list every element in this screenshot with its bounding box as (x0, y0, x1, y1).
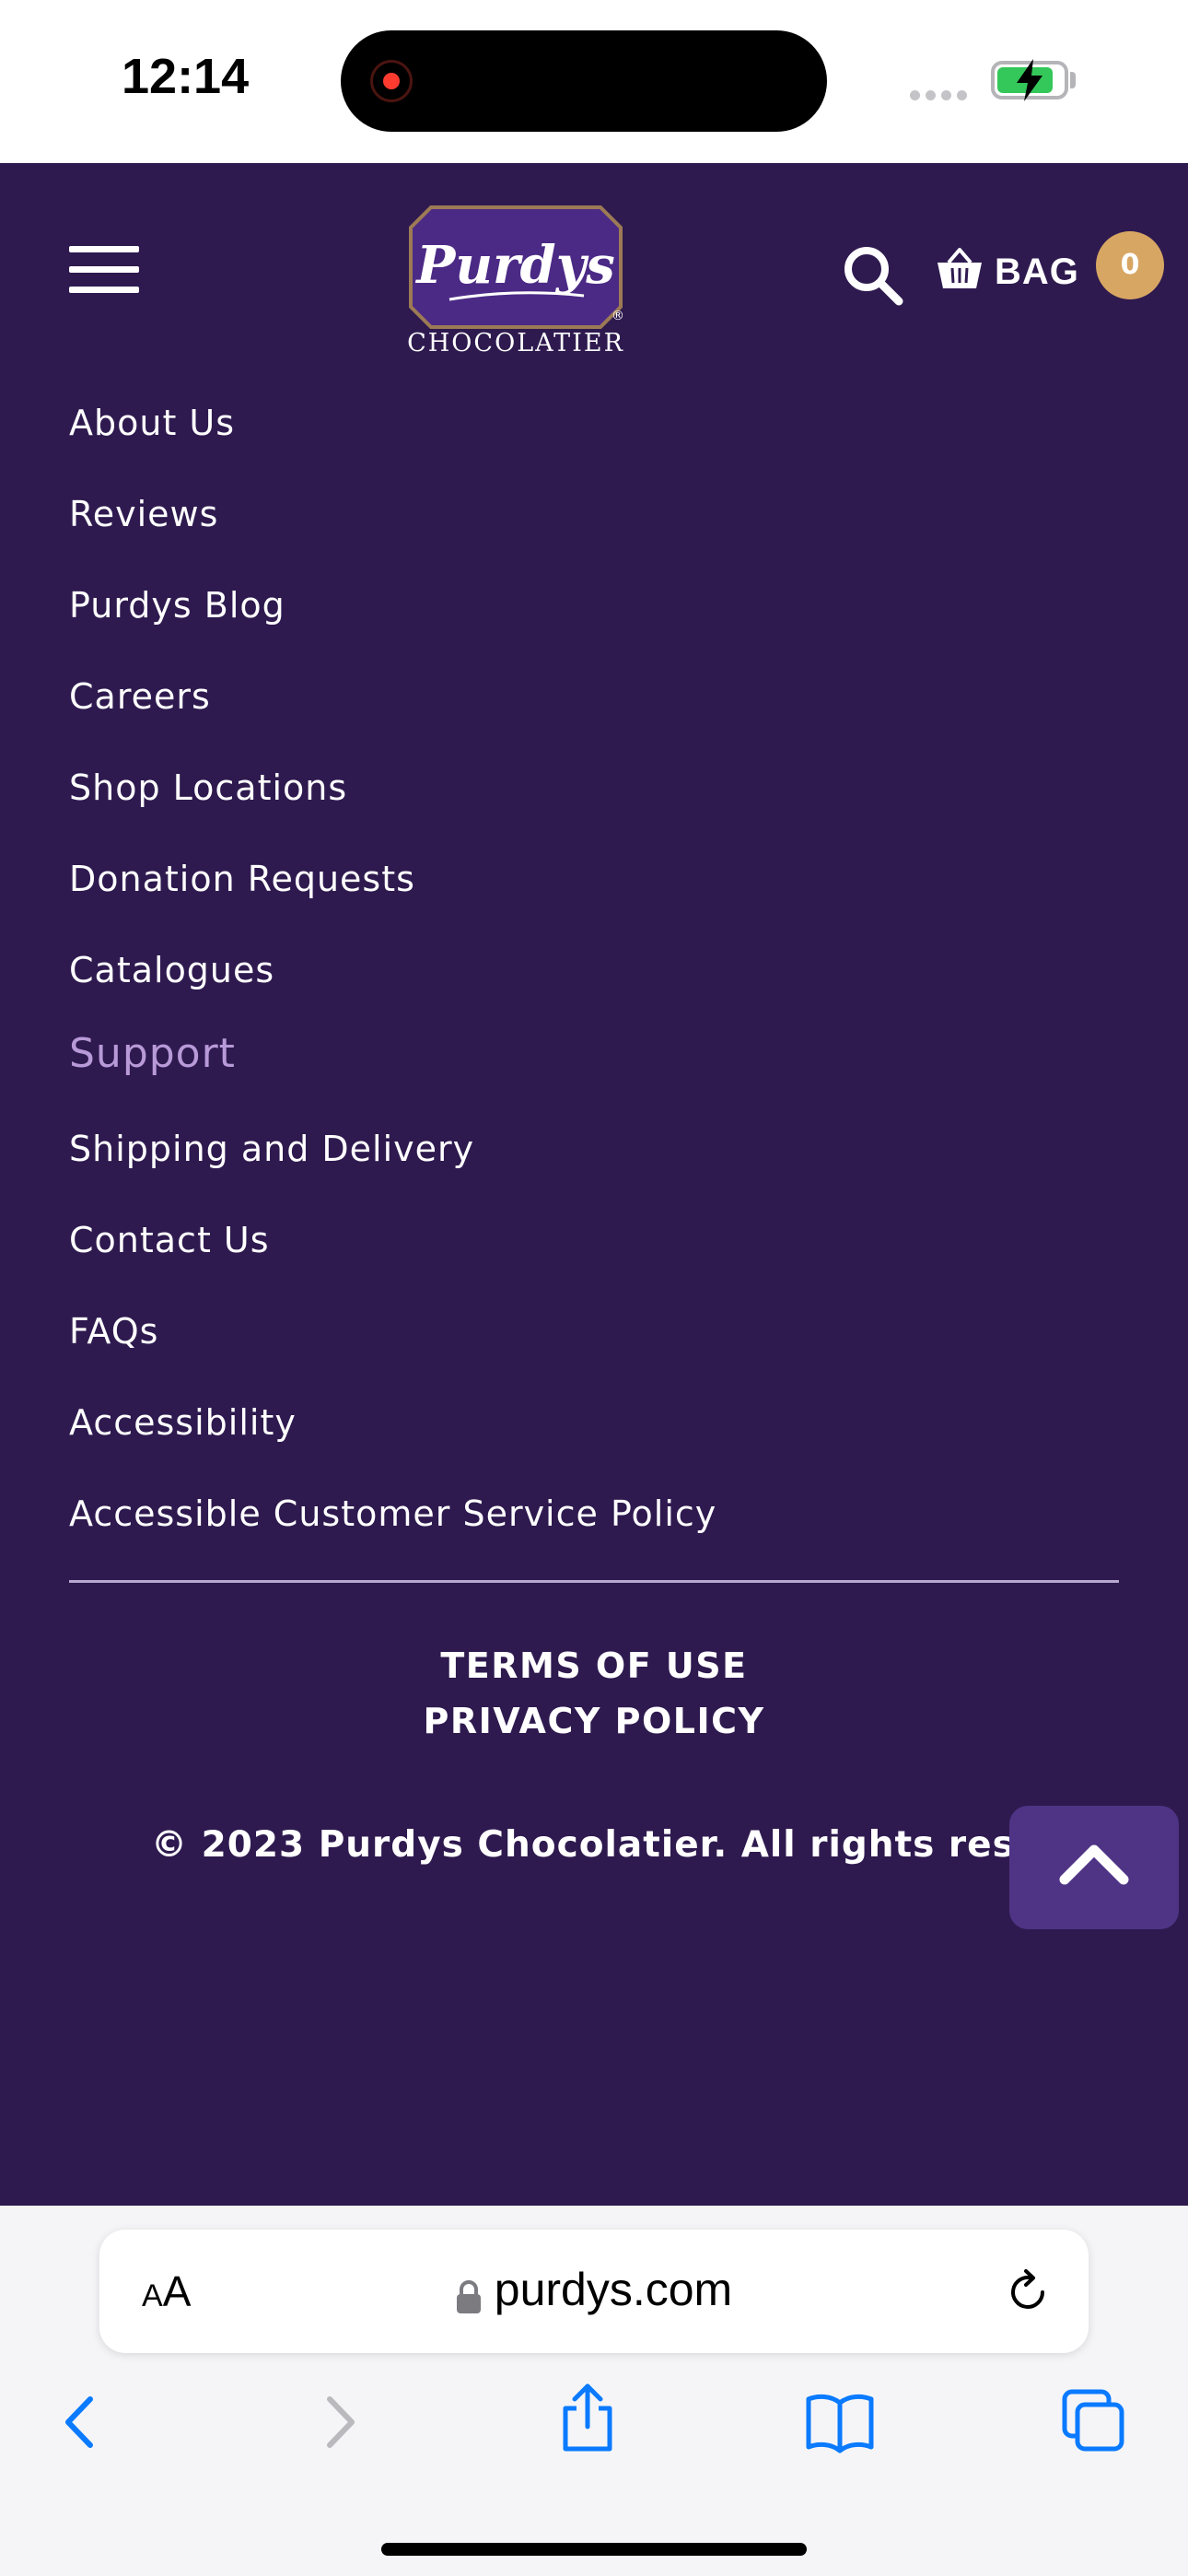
footer-link-reviews[interactable]: Reviews (69, 494, 218, 534)
bookmarks-icon[interactable] (805, 2390, 875, 2454)
dynamic-island (341, 30, 827, 132)
basket-icon (938, 248, 982, 288)
address-bar[interactable]: AA purdys.com (99, 2230, 1089, 2353)
shopping-bag-button[interactable]: BAG 0 (936, 231, 1166, 318)
footer-link-accessible-service-policy[interactable]: Accessible Customer Service Policy (69, 1493, 716, 1534)
browser-bottom-bar: AA purdys.com (0, 2206, 1188, 2576)
footer-divider (69, 1580, 1119, 1583)
support-heading: Support (69, 1030, 236, 1077)
logo-badge: Purdys ® CHOCOLATIER (407, 205, 624, 357)
footer-link-contact-us[interactable]: Contact Us (69, 1220, 270, 1260)
status-time: 12:14 (122, 49, 250, 104)
footer-link-purdys-blog[interactable]: Purdys Blog (69, 585, 285, 626)
status-bar: 12:14 (0, 0, 1188, 163)
site-header: Purdys ® CHOCOLATIER BAG 0 (0, 163, 1188, 375)
url-text: purdys.com (494, 2264, 733, 2315)
share-icon[interactable] (556, 2381, 619, 2454)
purdys-logo[interactable]: Purdys ® CHOCOLATIER (403, 204, 628, 357)
battery-cap (1070, 72, 1076, 88)
charging-bolt-icon (1017, 59, 1042, 101)
forward-icon[interactable] (313, 2390, 365, 2454)
privacy-policy-link[interactable]: PRIVACY POLICY (0, 1701, 1188, 1741)
copyright-container: © 2023 Purdys Chocolatier. All rights re… (0, 1806, 1022, 1898)
reload-icon[interactable] (1002, 2266, 1054, 2318)
screen-recording-icon (370, 60, 413, 102)
footer-link-shipping-delivery[interactable]: Shipping and Delivery (69, 1129, 474, 1169)
chevron-up-icon (1059, 1844, 1129, 1885)
footer-link-accessibility[interactable]: Accessibility (69, 1402, 297, 1443)
logo-subtitle: CHOCOLATIER (407, 329, 624, 355)
search-icon[interactable] (842, 244, 904, 307)
url-container: purdys.com (99, 2263, 1089, 2316)
bag-label: BAG (995, 252, 1079, 292)
footer-link-donation-requests[interactable]: Donation Requests (69, 859, 415, 899)
logo-script: Purdys (414, 235, 615, 296)
back-to-top-button[interactable] (1009, 1806, 1179, 1929)
back-icon[interactable] (55, 2390, 107, 2454)
footer-link-shop-locations[interactable]: Shop Locations (69, 767, 347, 808)
lock-icon (456, 2279, 481, 2313)
hamburger-menu-icon[interactable] (69, 246, 139, 294)
footer-link-catalogues[interactable]: Catalogues (69, 950, 274, 990)
copyright-text: © 2023 Purdys Chocolatier. All rights re… (151, 1824, 1022, 1866)
cellular-signal-icon (910, 87, 973, 104)
bag-count-badge: 0 (1096, 231, 1164, 299)
footer-link-about-us[interactable]: About Us (69, 403, 235, 443)
svg-text:®: ® (611, 309, 624, 323)
terms-of-use-link[interactable]: TERMS OF USE (0, 1645, 1188, 1686)
footer-link-careers[interactable]: Careers (69, 676, 211, 717)
footer-link-faqs[interactable]: FAQs (69, 1311, 158, 1352)
home-indicator (381, 2543, 807, 2556)
tabs-icon[interactable] (1061, 2388, 1127, 2454)
